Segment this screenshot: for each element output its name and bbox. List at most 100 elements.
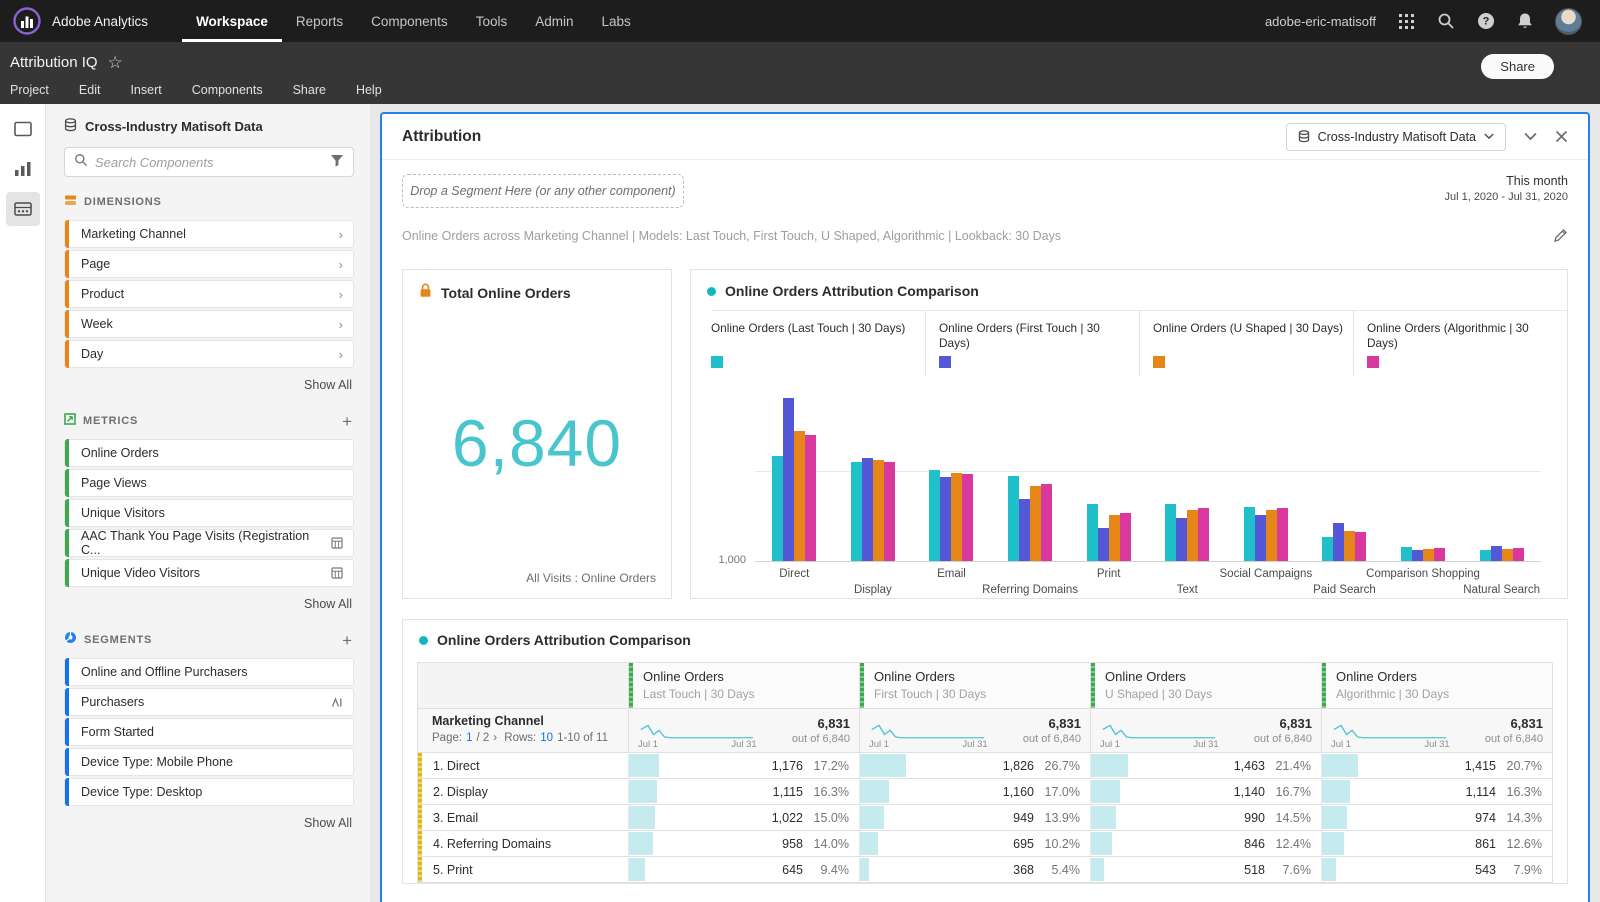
collapse-panel-icon[interactable] <box>1524 132 1537 141</box>
bar-print[interactable] <box>1087 504 1098 561</box>
table-value-cell[interactable]: 1,11416.3% <box>1321 779 1552 805</box>
bar-comparison-shopping[interactable] <box>1401 547 1412 561</box>
table-value-cell[interactable]: 84612.4% <box>1090 831 1321 857</box>
table-value-cell[interactable]: 5187.6% <box>1090 857 1321 883</box>
sidebar-item-page-views[interactable]: Page Views <box>64 469 354 497</box>
table-dimension-header[interactable]: Marketing ChannelPage:1/ 2› Rows:101-10 … <box>418 709 628 753</box>
sidebar-item-marketing-channel[interactable]: Marketing Channel› <box>64 220 354 248</box>
show-all-segments[interactable]: Show All <box>64 808 354 844</box>
table-value-cell[interactable]: 97414.3% <box>1321 805 1552 831</box>
table-value-cell[interactable]: 1,02215.0% <box>628 805 859 831</box>
table-value-cell[interactable]: 1,14016.7% <box>1090 779 1321 805</box>
bar-group-comparison-shopping[interactable]: Comparison Shopping <box>1384 384 1463 561</box>
sidebar-item-day[interactable]: Day› <box>64 340 354 368</box>
bar-social-campaigns[interactable] <box>1266 510 1277 561</box>
show-all-dimensions[interactable]: Show All <box>64 370 354 406</box>
table-value-cell[interactable]: 99014.5% <box>1090 805 1321 831</box>
table-row-label-1-direct[interactable]: 1. Direct <box>418 753 628 779</box>
bar-print[interactable] <box>1120 513 1131 561</box>
menu-item-insert[interactable]: Insert <box>115 83 176 97</box>
bar-group-print[interactable]: Print <box>1069 384 1148 561</box>
table-value-cell[interactable]: 5437.9% <box>1321 857 1552 883</box>
bar-social-campaigns[interactable] <box>1277 508 1288 561</box>
sidebar-item-unique-visitors[interactable]: Unique Visitors <box>64 499 354 527</box>
legend-item-1[interactable]: Online Orders (First Touch | 30 Days) <box>925 311 1139 376</box>
bar-paid-search[interactable] <box>1344 531 1355 561</box>
bar-direct[interactable] <box>783 398 794 561</box>
table-summary-cell-0[interactable]: Jul 1Jul 316,831out of 6,840 <box>628 709 859 753</box>
sidebar-item-page[interactable]: Page› <box>64 250 354 278</box>
bar-group-paid-search[interactable]: Paid Search <box>1305 384 1384 561</box>
bar-email[interactable] <box>940 477 951 561</box>
table-row-label-2-display[interactable]: 2. Display <box>418 779 628 805</box>
sidebar-item-device-type-desktop[interactable]: Device Type: Desktop <box>64 778 354 806</box>
sidebar-item-purchasers[interactable]: Purchasers <box>64 688 354 716</box>
table-summary-cell-2[interactable]: Jul 1Jul 316,831out of 6,840 <box>1090 709 1321 753</box>
topnav-item-labs[interactable]: Labs <box>587 0 644 42</box>
bar-paid-search[interactable] <box>1322 537 1333 561</box>
bar-text[interactable] <box>1198 508 1209 561</box>
rows-count-link[interactable]: 10 <box>540 732 553 744</box>
bar-display[interactable] <box>862 458 873 561</box>
search-components-input[interactable] <box>95 155 330 170</box>
table-row-label-3-email[interactable]: 3. Email <box>418 805 628 831</box>
date-range-picker[interactable]: This month Jul 1, 2020 - Jul 31, 2020 <box>1444 174 1568 203</box>
bar-print[interactable] <box>1098 528 1109 561</box>
filter-funnel-icon[interactable] <box>330 153 344 172</box>
edit-pencil-icon[interactable] <box>1553 228 1568 243</box>
add-segments-button[interactable]: + <box>342 632 354 649</box>
bar-natural-search[interactable] <box>1491 546 1502 561</box>
table-value-cell[interactable]: 3685.4% <box>859 857 1090 883</box>
search-icon[interactable] <box>1437 12 1455 30</box>
bar-comparison-shopping[interactable] <box>1434 548 1445 561</box>
topnav-item-components[interactable]: Components <box>357 0 462 42</box>
bar-group-referring-domains[interactable]: Referring Domains <box>991 384 1070 561</box>
bar-email[interactable] <box>951 473 962 561</box>
bar-natural-search[interactable] <box>1480 550 1491 561</box>
table-value-cell[interactable]: 95814.0% <box>628 831 859 857</box>
bar-group-social-campaigns[interactable]: Social Campaigns <box>1227 384 1306 561</box>
table-row-label-5-print[interactable]: 5. Print <box>418 857 628 883</box>
sidebar-item-week[interactable]: Week› <box>64 310 354 338</box>
table-value-cell[interactable]: 1,17617.2% <box>628 753 859 779</box>
rail-visualizations-icon[interactable] <box>6 152 40 186</box>
bar-referring-domains[interactable] <box>1030 486 1041 561</box>
bar-chart[interactable]: 1,000DirectDisplayEmailReferring Domains… <box>755 384 1541 562</box>
sidebar-item-unique-video-visitors[interactable]: Unique Video Visitors <box>64 559 354 587</box>
bar-direct[interactable] <box>794 431 805 561</box>
user-avatar[interactable] <box>1555 8 1582 35</box>
sidebar-item-device-type-mobile-phone[interactable]: Device Type: Mobile Phone <box>64 748 354 776</box>
bar-group-display[interactable]: Display <box>834 384 913 561</box>
bar-group-natural-search[interactable]: Natural Search <box>1462 384 1541 561</box>
bar-social-campaigns[interactable] <box>1255 515 1266 561</box>
bar-group-text[interactable]: Text <box>1148 384 1227 561</box>
bar-comparison-shopping[interactable] <box>1412 550 1423 561</box>
apps-grid-icon[interactable] <box>1398 13 1415 30</box>
bar-email[interactable] <box>929 470 940 561</box>
legend-item-0[interactable]: Online Orders (Last Touch | 30 Days) <box>711 311 925 376</box>
bar-display[interactable] <box>873 460 884 561</box>
table-column-header-3[interactable]: Online OrdersAlgorithmic | 30 Days <box>1321 663 1552 709</box>
table-summary-cell-1[interactable]: Jul 1Jul 316,831out of 6,840 <box>859 709 1090 753</box>
visualization-dot-icon[interactable] <box>707 287 716 296</box>
bar-referring-domains[interactable] <box>1041 484 1052 561</box>
bar-direct[interactable] <box>805 435 816 561</box>
table-value-cell[interactable]: 6459.4% <box>628 857 859 883</box>
bar-print[interactable] <box>1109 515 1120 561</box>
table-value-cell[interactable]: 1,16017.0% <box>859 779 1090 805</box>
menu-item-edit[interactable]: Edit <box>64 83 116 97</box>
table-column-header-1[interactable]: Online OrdersFirst Touch | 30 Days <box>859 663 1090 709</box>
bar-direct[interactable] <box>772 456 783 561</box>
table-value-cell[interactable]: 1,11516.3% <box>628 779 859 805</box>
table-value-cell[interactable]: 86112.6% <box>1321 831 1552 857</box>
bar-text[interactable] <box>1187 510 1198 561</box>
bar-natural-search[interactable] <box>1502 549 1513 561</box>
bar-paid-search[interactable] <box>1333 523 1344 561</box>
table-summary-cell-3[interactable]: Jul 1Jul 316,831out of 6,840 <box>1321 709 1552 753</box>
topnav-item-reports[interactable]: Reports <box>282 0 357 42</box>
sidebar-item-form-started[interactable]: Form Started <box>64 718 354 746</box>
visualization-dot-icon[interactable] <box>419 636 428 645</box>
help-icon[interactable]: ? <box>1477 12 1495 30</box>
bar-social-campaigns[interactable] <box>1244 507 1255 561</box>
bar-comparison-shopping[interactable] <box>1423 549 1434 561</box>
